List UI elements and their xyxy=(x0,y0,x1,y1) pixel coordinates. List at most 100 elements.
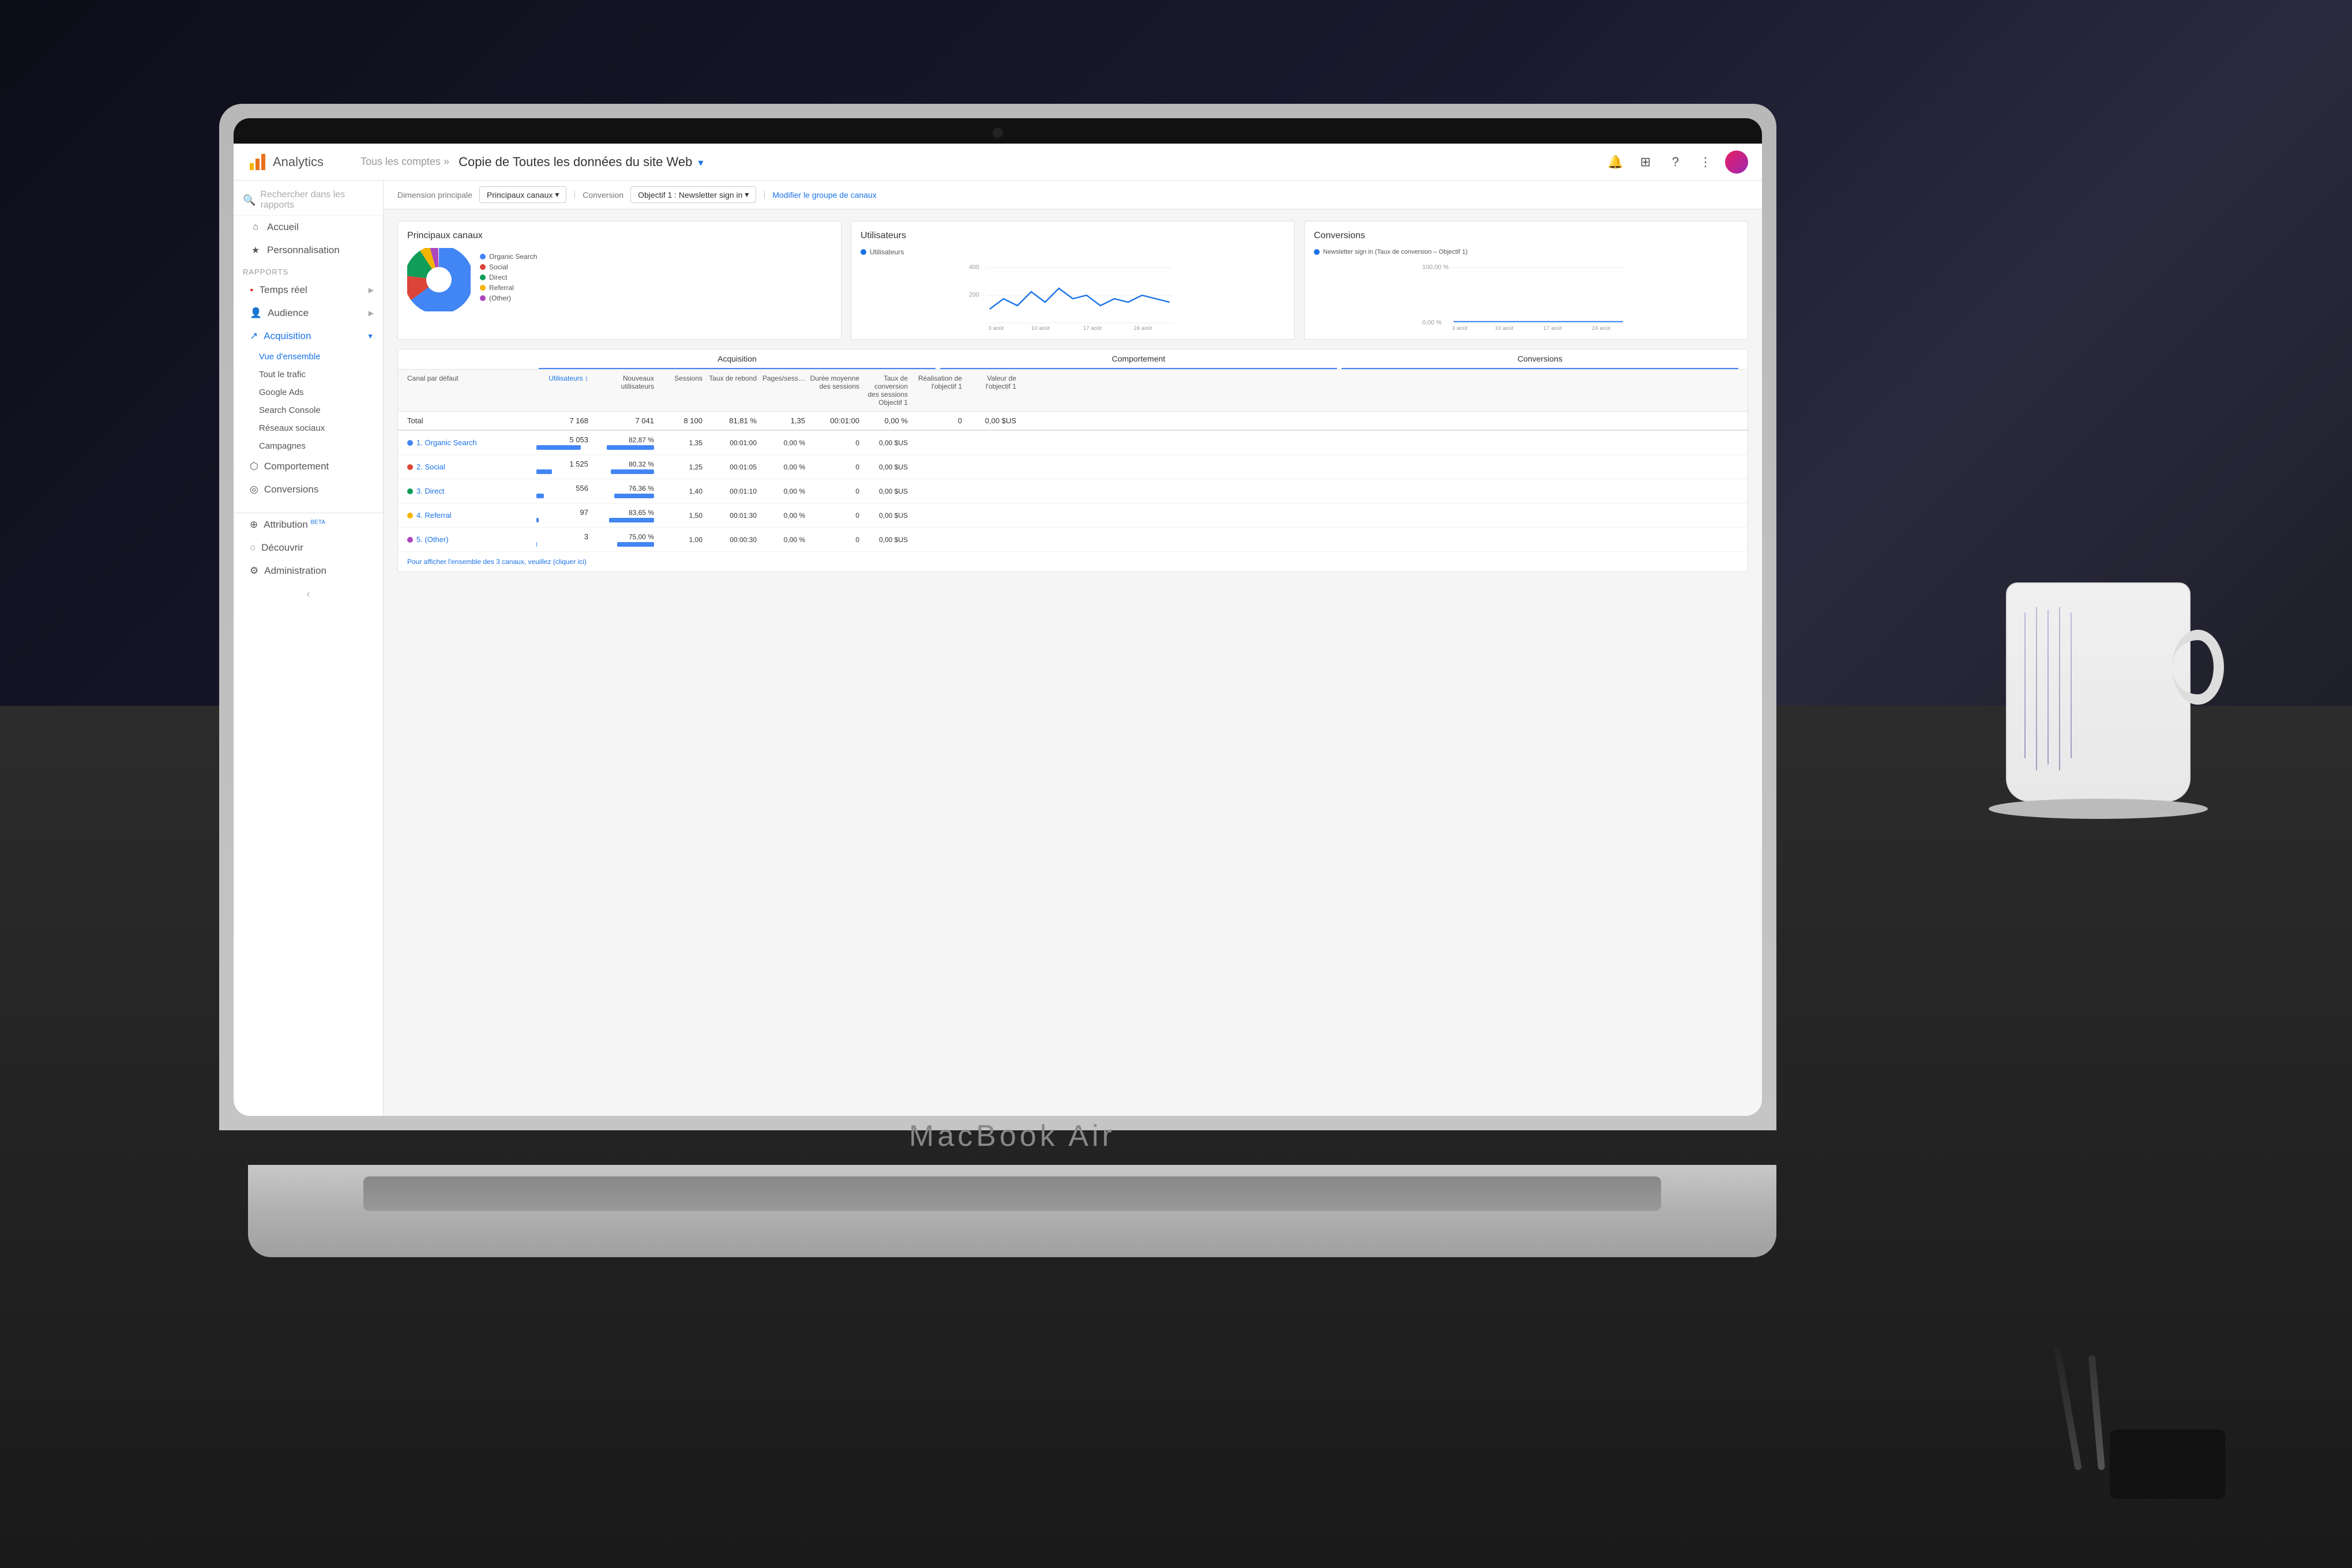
conv-chart-svg: 100,00 % 0,00 % 3 août 10 août xyxy=(1314,261,1738,330)
sidebar-item-administration[interactable]: ⚙ Administration xyxy=(234,559,383,582)
sidebar-item-temps-reel[interactable]: ● Temps réel ▶ xyxy=(234,279,383,302)
organic-dot xyxy=(480,254,486,260)
expand-icon-audience: ▶ xyxy=(369,309,374,317)
sidebar-sub-campagnes[interactable]: Campagnes xyxy=(234,437,383,455)
sidebar-item-audience[interactable]: 👤 Audience ▶ xyxy=(234,302,383,325)
row4-val: 0,00 $US xyxy=(862,512,908,520)
help-icon[interactable]: ? xyxy=(1665,152,1686,172)
th-empty xyxy=(407,354,534,369)
sidebar-item-decouvrir[interactable]: ◌ Découvrir xyxy=(234,536,383,559)
attribution-icon: ⊕ xyxy=(250,519,258,531)
row2-val: 0,00 $US xyxy=(862,463,908,471)
row4-bounce-bar xyxy=(609,518,654,522)
sidebar-label-comportement: Comportement xyxy=(264,461,329,472)
row4-bounce-val: 83,65 % xyxy=(591,509,654,517)
referral-dot xyxy=(480,285,486,291)
sidebar-item-personnalisation[interactable]: ★ Personnalisation xyxy=(234,239,383,262)
channel-3[interactable]: 3. Direct xyxy=(407,487,534,495)
row2-users: 1 525 xyxy=(536,460,588,474)
macbook-label: MacBook Air xyxy=(909,1119,1115,1153)
sidebar-collapse[interactable]: ‹ xyxy=(234,582,383,606)
total-sessions: 8 100 xyxy=(656,416,702,425)
row5-bar xyxy=(536,542,537,547)
apps-icon[interactable]: ⊞ xyxy=(1635,152,1656,172)
channel-1[interactable]: 1. Organic Search xyxy=(407,438,534,447)
mug-handle xyxy=(2172,630,2224,705)
table-footer[interactable]: Pour afficher l'ensemble des 3 canaux, v… xyxy=(398,552,1748,571)
charts-row: Principaux canaux xyxy=(397,221,1748,340)
notifications-icon[interactable]: 🔔 xyxy=(1605,152,1626,172)
th-acquisition: Acquisition xyxy=(539,354,935,369)
row1-bounce: 82,87 % xyxy=(591,436,654,450)
sidebar-item-acquisition[interactable]: ↗ Acquisition ▼ xyxy=(234,325,383,348)
legend-social: Social xyxy=(480,263,537,271)
row1-empty2: 00:01:00 xyxy=(705,439,757,447)
title-arrow[interactable]: ▾ xyxy=(698,157,703,168)
sidebar-search[interactable]: 🔍 Rechercher dans les rapports xyxy=(234,181,383,216)
col-new-users: Nouveaux utilisateurs xyxy=(591,374,654,407)
conv-dropdown-arrow: ▾ xyxy=(745,190,749,200)
sidebar-sub-reseaux-sociaux[interactable]: Réseaux sociaux xyxy=(234,419,383,437)
col-users[interactable]: Utilisateurs ↕ xyxy=(536,374,588,407)
legend-organic: Organic Search xyxy=(480,253,537,261)
dimension-dropdown[interactable]: Principaux canaux ▾ xyxy=(479,186,566,203)
realtime-icon: ● xyxy=(250,287,254,294)
channel-4[interactable]: 4. Referral xyxy=(407,511,534,520)
screen-content: Analytics Tous les comptes » Copie de To… xyxy=(234,144,1762,1116)
referral-label: Referral xyxy=(489,284,514,292)
sidebar-sub-google-ads[interactable]: Google Ads xyxy=(234,383,383,401)
sidebar-item-attribution[interactable]: ⊕ Attribution BETA xyxy=(234,513,383,536)
channel-dot-4 xyxy=(407,513,413,518)
channel-dot-2 xyxy=(407,464,413,470)
laptop-screen-bezel: Analytics Tous les comptes » Copie de To… xyxy=(234,118,1762,1116)
home-icon: ⌂ xyxy=(250,222,261,232)
channel-name-4: 4. Referral xyxy=(416,511,452,520)
channel-name-3: 3. Direct xyxy=(416,487,444,495)
svg-text:17 août: 17 août xyxy=(1543,325,1562,330)
channel-5[interactable]: 5. (Other) xyxy=(407,535,534,544)
header-right: 🔔 ⊞ ? ⋮ xyxy=(1605,151,1748,174)
col-goal-completions: Réalisation de l'objectif 1 xyxy=(910,374,962,407)
total-value: 0,00 $US xyxy=(964,416,1016,425)
conv-legend: Newsletter sign in (Taux de conversion –… xyxy=(1314,248,1738,256)
row1-compl: 0 xyxy=(807,439,859,447)
svg-text:3 août: 3 août xyxy=(1452,325,1468,330)
sidebar-sub-vue-densemble[interactable]: Vue d'ensemble xyxy=(234,348,383,366)
th-conversions-header: Conversions xyxy=(1342,354,1738,369)
social-dot xyxy=(480,264,486,270)
more-icon[interactable]: ⋮ xyxy=(1695,152,1716,172)
direct-label: Direct xyxy=(489,273,507,281)
chart-title-canaux: Principaux canaux xyxy=(407,231,832,241)
channel-name-5: 5. (Other) xyxy=(416,535,449,544)
filter-sep2: | xyxy=(763,190,765,200)
sidebar-item-accueil[interactable]: ⌂ Accueil xyxy=(234,216,383,239)
acquisition-table-card: Acquisition Comportement Conversions Can… xyxy=(397,349,1748,572)
modify-channels-link[interactable]: Modifier le groupe de canaux xyxy=(772,190,877,200)
sidebar-sub-search-console[interactable]: Search Console xyxy=(234,401,383,419)
svg-text:0,00 %: 0,00 % xyxy=(1422,319,1442,326)
table-row: 4. Referral 97 83,65 % xyxy=(398,503,1748,528)
user-avatar[interactable] xyxy=(1725,151,1748,174)
title-text: Copie de Toutes les données du site Web xyxy=(459,155,692,169)
sidebar-bottom: ⊕ Attribution BETA ◌ Découvrir ⚙ Adminis… xyxy=(234,513,383,582)
svg-text:24 août: 24 août xyxy=(1134,325,1152,330)
total-pages: 1,35 xyxy=(759,416,805,425)
row3-users: 556 xyxy=(536,484,588,498)
sidebar-item-comportement[interactable]: ⬡ Comportement xyxy=(234,455,383,478)
row3-pages: 1,40 xyxy=(656,487,702,495)
sidebar-sub-tout-le-trafic[interactable]: Tout le trafic xyxy=(234,366,383,383)
mug-body xyxy=(2006,582,2191,802)
col-duration: Durée moyenne des sessions xyxy=(807,374,859,407)
row2-dur: 00:01:05 xyxy=(705,463,757,471)
conversion-dropdown[interactable]: Objectif 1 : Newsletter sign in ▾ xyxy=(630,186,756,203)
expand-icon: ▶ xyxy=(369,286,374,294)
pie-container: Organic Search Social xyxy=(407,248,832,311)
row5-conv: 0,00 % xyxy=(759,536,805,544)
row3-bar xyxy=(536,494,544,498)
channel-name-1: 1. Organic Search xyxy=(416,438,477,447)
sidebar-item-conversions[interactable]: ◎ Conversions xyxy=(234,478,383,501)
row4-bar xyxy=(536,518,539,522)
channel-2[interactable]: 2. Social xyxy=(407,462,534,471)
dimension-value: Principaux canaux xyxy=(487,190,553,200)
ga-filters: Dimension principale Principaux canaux ▾… xyxy=(384,181,1762,209)
